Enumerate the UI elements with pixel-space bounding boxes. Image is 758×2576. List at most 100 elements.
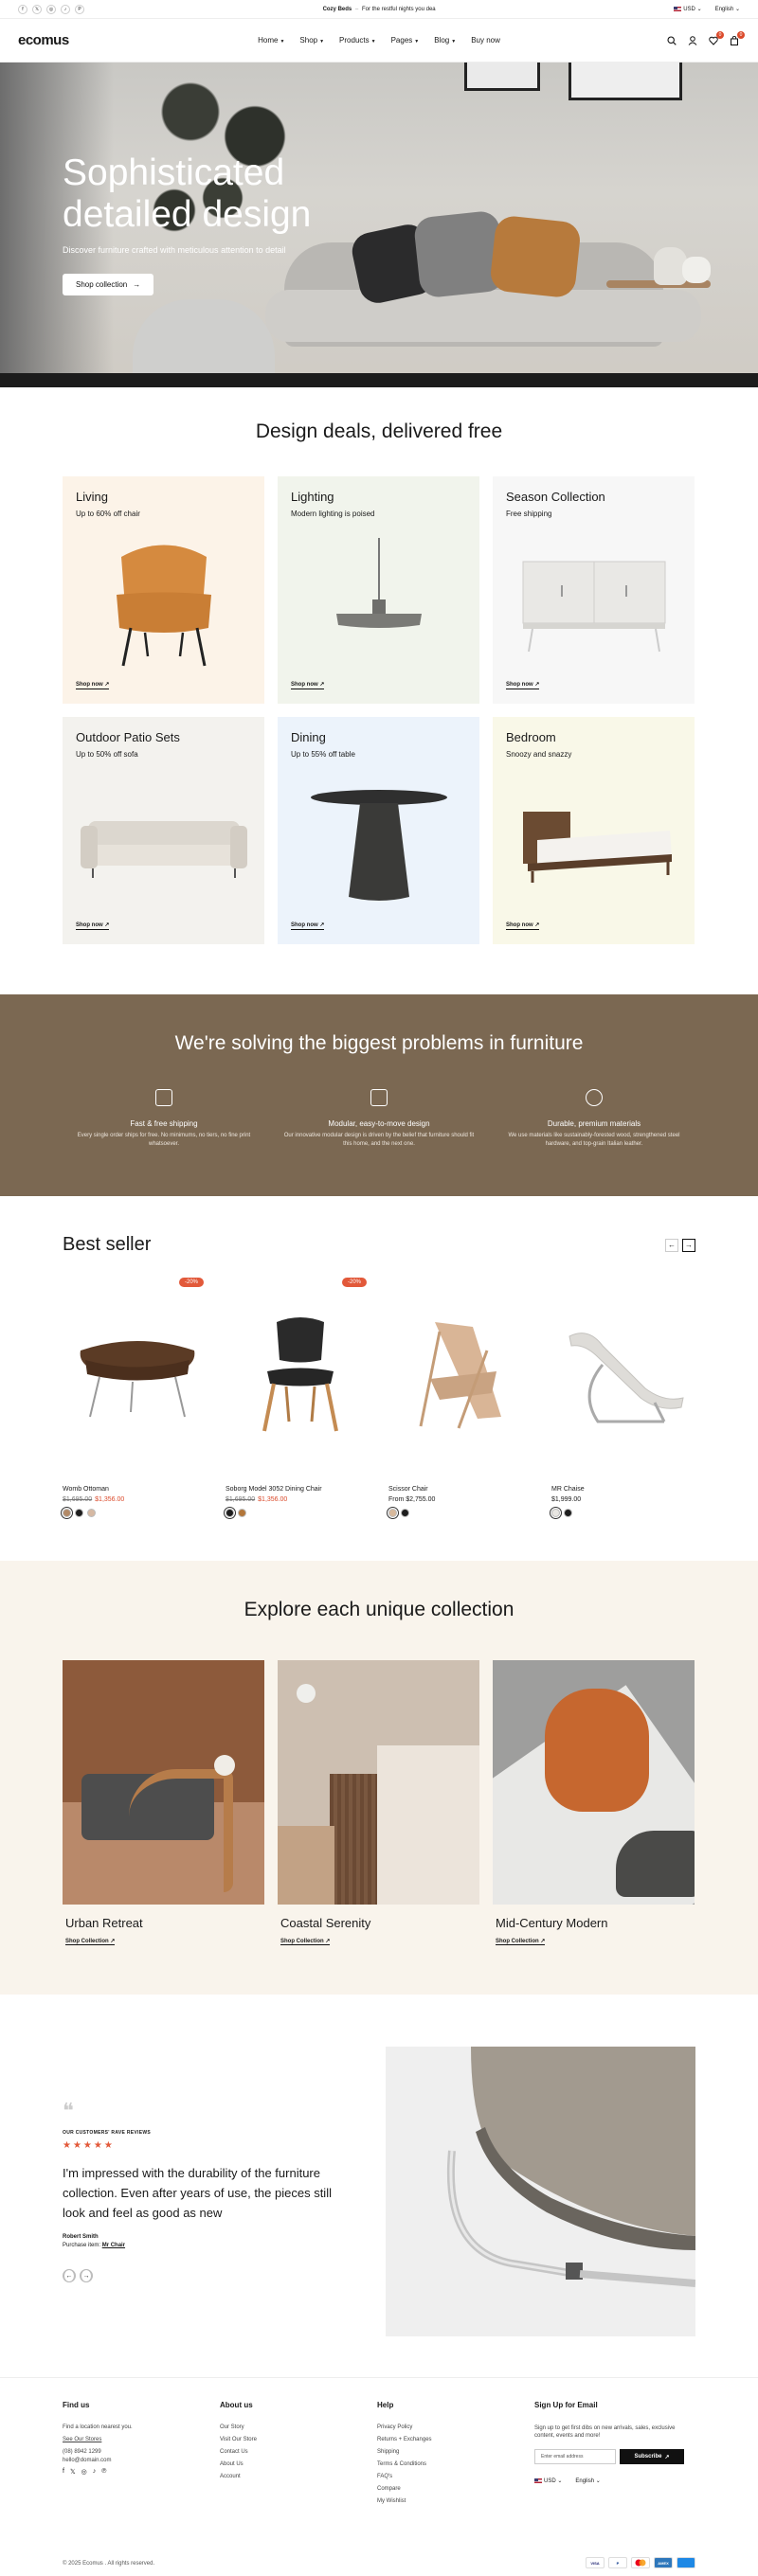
product-name[interactable]: Scissor Chair (388, 1486, 538, 1493)
cart-icon[interactable]: 0 (729, 30, 745, 46)
account-icon[interactable] (687, 35, 698, 46)
testimonial-next-button[interactable]: → (80, 2269, 93, 2282)
footer-link[interactable]: Account (220, 2474, 377, 2479)
color-swatch[interactable] (226, 1509, 234, 1517)
product-card[interactable]: -20% Soborg Model 3052 Dining Chair $1,6… (226, 1270, 375, 1517)
product-name[interactable]: Womb Ottoman (63, 1486, 212, 1493)
shop-now-link[interactable]: Shop now ↗ (291, 921, 325, 930)
collection-image[interactable] (493, 1660, 695, 1905)
pinterest-icon[interactable]: P (75, 4, 84, 14)
nav-blog[interactable]: Blog ▼ (434, 36, 456, 45)
shop-collection-link[interactable]: Shop Collection ↗ (65, 1938, 116, 1945)
carousel-next-button[interactable]: → (682, 1238, 695, 1252)
nav-shop[interactable]: Shop ▼ (299, 36, 324, 45)
facebook-icon[interactable]: f (18, 4, 27, 14)
nav-products[interactable]: Products ▼ (339, 36, 376, 45)
shop-now-link[interactable]: Shop now ↗ (76, 921, 110, 930)
product-image[interactable]: -20% (226, 1270, 375, 1478)
deal-card-lighting[interactable]: Lighting Modern lighting is poised Shop … (278, 476, 479, 704)
shop-now-link[interactable]: Shop now ↗ (506, 921, 540, 930)
product-image[interactable]: -20% (63, 1270, 212, 1478)
nav-pages[interactable]: Pages ▼ (391, 36, 420, 45)
color-swatch[interactable] (564, 1509, 572, 1517)
color-swatch[interactable] (388, 1509, 397, 1517)
currency-selector[interactable]: USD ⌄ (674, 6, 702, 12)
wishlist-icon[interactable]: 0 (708, 30, 724, 46)
shop-collection-link[interactable]: Shop Collection ↗ (496, 1938, 546, 1945)
product-image[interactable] (388, 1270, 538, 1478)
deal-card-bedroom[interactable]: Bedroom Snoozy and snazzy Shop now ↗ (493, 717, 695, 944)
carousel-prev-button[interactable]: ← (665, 1238, 678, 1252)
email-input[interactable]: Enter email address (534, 2449, 616, 2464)
old-price: $1,695.00 (226, 1496, 256, 1503)
hero-content: Sophisticated detailed design Discover f… (63, 152, 385, 295)
purchase-item-link[interactable]: Mr Chair (102, 2243, 125, 2248)
testimonial-prev-button[interactable]: ← (63, 2269, 76, 2282)
logo[interactable]: ecomus (18, 32, 69, 48)
link-label: Shop now (506, 682, 533, 688)
deal-card-season-collection[interactable]: Season Collection Free shipping Shop now… (493, 476, 695, 704)
footer-link[interactable]: Compare (377, 2486, 534, 2492)
bed-image (493, 774, 695, 916)
shop-collection-button[interactable]: Shop collection → (63, 274, 154, 295)
product-name[interactable]: Soborg Model 3052 Dining Chair (226, 1486, 375, 1493)
product-card[interactable]: -20% Womb Ottoman $1,695.00 $1,356.00 (63, 1270, 212, 1517)
footer-link[interactable]: Shipping (377, 2449, 534, 2455)
vase-image (682, 257, 711, 283)
footer-link[interactable]: My Wishlist (377, 2498, 534, 2504)
product-card[interactable]: MR Chaise $1,999.00 (551, 1270, 701, 1517)
collection-card[interactable]: Coastal Serenity Shop Collection ↗ (278, 1660, 479, 1947)
subscribe-button[interactable]: Subscribe ↗ (620, 2449, 684, 2464)
footer-link[interactable]: Our Story (220, 2424, 377, 2430)
shop-now-link[interactable]: Shop now ↗ (506, 681, 540, 689)
collection-card[interactable]: Mid-Century Modern Shop Collection ↗ (493, 1660, 695, 1947)
color-swatch[interactable] (87, 1509, 96, 1517)
instagram-icon[interactable]: ◎ (46, 4, 56, 14)
instagram-icon[interactable]: ◎ (81, 2468, 87, 2476)
price: $1,999.00 (551, 1496, 582, 1503)
deal-card-dining[interactable]: Dining Up to 55% off table Shop now ↗ (278, 717, 479, 944)
footer-currency-selector[interactable]: USD ⌄ (534, 2478, 562, 2484)
nav-home[interactable]: Home ▼ (258, 36, 284, 45)
search-icon[interactable] (666, 35, 677, 46)
footer-language-selector[interactable]: English ⌄ (575, 2478, 600, 2484)
pendant-lamp-image (278, 533, 479, 675)
footer-link[interactable]: About Us (220, 2461, 377, 2467)
collection-image[interactable] (278, 1660, 479, 1905)
color-swatch[interactable] (63, 1509, 71, 1517)
color-swatch[interactable] (401, 1509, 409, 1517)
collection-image[interactable] (63, 1660, 264, 1905)
deal-card-outdoor-patio[interactable]: Outdoor Patio Sets Up to 50% off sofa Sh… (63, 717, 264, 944)
product-name[interactable]: MR Chaise (551, 1486, 701, 1493)
tiktok-icon[interactable]: ♪ (61, 4, 70, 14)
color-swatch[interactable] (75, 1509, 83, 1517)
shop-now-link[interactable]: Shop now ↗ (76, 681, 110, 689)
facebook-icon[interactable]: f (63, 2468, 64, 2476)
tiktok-icon[interactable]: ♪ (93, 2468, 97, 2476)
product-card[interactable]: Scissor Chair From $2,755.00 (388, 1270, 538, 1517)
shop-now-link[interactable]: Shop now ↗ (291, 681, 325, 689)
sideboard-image (493, 533, 695, 675)
chevron-down-icon: ▼ (370, 39, 376, 45)
arrow-right-icon: → (685, 1241, 693, 1249)
footer-link[interactable]: Returns + Exchanges (377, 2437, 534, 2442)
footer-link[interactable]: Visit Our Store (220, 2437, 377, 2442)
color-swatch[interactable] (551, 1509, 560, 1517)
product-image[interactable] (551, 1270, 701, 1478)
nav-buy-now[interactable]: Buy now (471, 36, 500, 45)
language-selector[interactable]: English ⌄ (715, 6, 740, 12)
collection-title: Mid-Century Modern (496, 1916, 608, 1930)
footer-link[interactable]: Contact Us (220, 2449, 377, 2455)
footer-link[interactable]: Terms & Conditions (377, 2461, 534, 2467)
pinterest-icon[interactable]: ℗ (101, 2468, 106, 2476)
footer-text: Find a location nearest you. (63, 2424, 133, 2430)
footer-link[interactable]: FAQ's (377, 2474, 534, 2479)
x-twitter-icon[interactable]: 𝕏 (32, 4, 42, 14)
collection-card[interactable]: Urban Retreat Shop Collection ↗ (63, 1660, 264, 1947)
deal-card-living[interactable]: Living Up to 60% off chair Shop now ↗ (63, 476, 264, 704)
see-stores-link[interactable]: See Our Stores (63, 2437, 220, 2442)
color-swatch[interactable] (238, 1509, 246, 1517)
x-twitter-icon[interactable]: 𝕏 (70, 2468, 76, 2476)
footer-link[interactable]: Privacy Policy (377, 2424, 534, 2430)
shop-collection-link[interactable]: Shop Collection ↗ (280, 1938, 331, 1945)
